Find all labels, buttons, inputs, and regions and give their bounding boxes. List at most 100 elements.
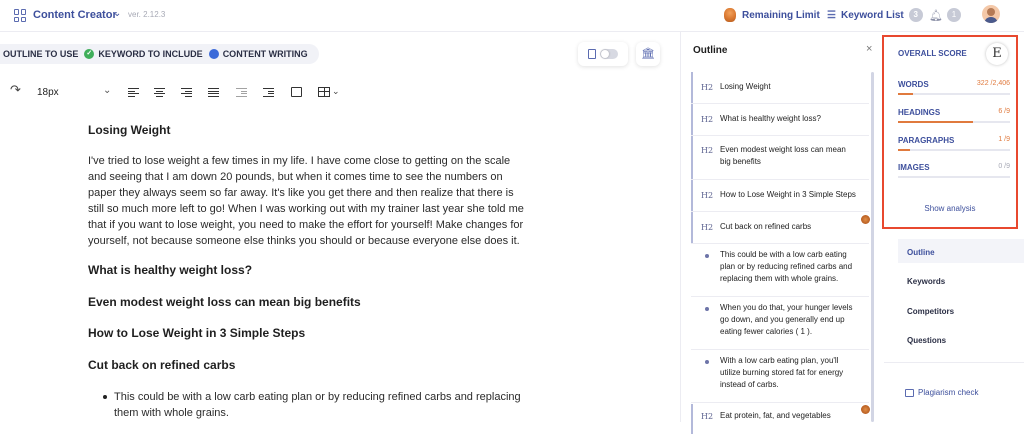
progress-fill (898, 93, 913, 95)
step-tabs: OUTLINE TO USE ✓ KEYWORD TO INCLUDE CONT… (0, 44, 319, 64)
app-title[interactable]: Content Creator (33, 9, 117, 21)
chevron-down-icon[interactable]: ⌄ (113, 8, 121, 19)
active-dot-icon (208, 49, 219, 59)
list-icon: ☰ (827, 9, 836, 21)
outline-item[interactable]: With a low carb eating plan, you'll util… (691, 350, 869, 402)
plagiarism-check-button[interactable]: Plagiarism check (905, 388, 978, 397)
nav-outline[interactable]: Outline (907, 248, 935, 257)
outline-item-text: Cut back on refined carbs (720, 222, 812, 231)
fire-icon (724, 8, 736, 22)
progress-track (898, 149, 1010, 151)
progress-fill (898, 149, 911, 151)
nav-competitors[interactable]: Competitors (907, 307, 954, 316)
tab-label: KEYWORD TO INCLUDE (98, 49, 203, 59)
outdent-icon[interactable] (236, 88, 247, 97)
redo-icon[interactable]: ↷ (10, 82, 21, 98)
outline-item[interactable]: H2 What is healthy weight loss? (691, 104, 869, 135)
tab-content-writing[interactable]: CONTENT WRITING (206, 49, 311, 59)
metric-label: IMAGES (898, 163, 930, 172)
align-left-icon[interactable] (128, 88, 139, 97)
plagiarism-label: Plagiarism check (918, 388, 979, 397)
grid-logo-icon[interactable] (14, 9, 26, 22)
outline-item[interactable]: H2 Cut back on refined carbs (691, 212, 870, 243)
chevron-down-icon[interactable]: ⌄ (103, 85, 111, 96)
metric-value: 6 /9 (998, 108, 1010, 115)
metric-label: PARAGRAPHS (898, 136, 955, 145)
app-version: ver. 2.12.3 (128, 10, 166, 19)
remaining-limit-button[interactable]: Remaining Limit (724, 8, 820, 22)
overall-score-title: OVERALL SCORE (898, 49, 967, 58)
outline-item[interactable]: When you do that, your hunger levels go … (691, 297, 869, 349)
document-icon[interactable] (588, 49, 596, 59)
outline-item-text: With a low carb eating plan, you'll util… (720, 356, 844, 389)
outline-item[interactable]: H2 How to Lose Weight in 3 Simple Steps (691, 180, 869, 211)
font-size-select[interactable]: 18px (37, 87, 59, 98)
show-analysis-link[interactable]: Show analysis (884, 204, 1016, 213)
avatar[interactable] (982, 5, 1000, 23)
tab-label: CONTENT WRITING (222, 49, 308, 59)
editor-heading[interactable]: Cut back on refined carbs (88, 358, 235, 372)
editor-heading[interactable]: How to Lose Weight in 3 Simple Steps (88, 326, 305, 340)
keyword-list-button[interactable]: ☰ Keyword List 3 (827, 8, 923, 22)
align-right-icon[interactable] (181, 88, 192, 97)
outline-title: Outline (693, 45, 728, 56)
metric-value: 1 /9 (998, 136, 1010, 143)
tab-keyword-to-include[interactable]: ✓ KEYWORD TO INCLUDE (81, 49, 205, 59)
outline-scrollbar[interactable] (871, 72, 874, 422)
notifications-button[interactable]: 🔔︎ 1 (929, 8, 961, 22)
heading-level: H2 (701, 115, 714, 124)
close-icon[interactable]: × (866, 43, 872, 55)
check-icon: ✓ (84, 49, 95, 59)
top-bar: Content Creator ⌄ ver. 2.12.3 Remaining … (0, 0, 1024, 32)
bank-icon[interactable]: 🏛︎ (636, 42, 660, 66)
editor-title[interactable]: Losing Weight (88, 123, 170, 137)
bullet-icon (705, 360, 709, 364)
metric-value: 322 /2,406 (976, 80, 1010, 87)
notification-count-badge: 1 (946, 8, 961, 22)
outline-item-text: Losing Weight (720, 82, 771, 91)
outline-item-text: Eat protein, fat, and vegetables (720, 411, 831, 420)
content-editor[interactable]: Losing Weight I've tried to lose weight … (0, 110, 680, 422)
tab-outline-to-use[interactable]: OUTLINE TO USE (0, 49, 81, 59)
outline-item[interactable]: H2 Even modest weight loss can mean big … (691, 136, 869, 179)
bell-icon: 🔔︎ (929, 9, 943, 22)
outline-item[interactable]: H2 Eat protein, fat, and vegetables (691, 404, 870, 434)
editor-heading[interactable]: What is healthy weight loss? (88, 263, 252, 277)
chevron-down-icon[interactable]: ⌄ (332, 86, 340, 97)
bullet-icon (705, 307, 709, 311)
keyword-list-label: Keyword List (840, 9, 904, 21)
outline-item-text: This could be with a low carb eating pla… (720, 250, 853, 283)
heading-level: H2 (701, 412, 714, 421)
editor-toolbar: ↷ 18px ⌄ ⌄ (0, 82, 680, 102)
divider (884, 362, 1024, 363)
editor-paragraph[interactable]: I've tried to lose weight a few times in… (88, 153, 530, 250)
view-toggle[interactable] (600, 49, 618, 59)
overall-score-card: OVERALL SCORE E WORDS 322 /2,406 HEADING… (882, 35, 1018, 229)
indent-icon[interactable] (263, 88, 274, 97)
outline-item[interactable]: H2 Losing Weight (691, 72, 869, 103)
progress-track (898, 93, 1010, 95)
heading-level: H2 (701, 223, 714, 232)
heading-level: H2 (701, 83, 714, 92)
remaining-limit-label: Remaining Limit (742, 9, 820, 21)
outline-item-text: How to Lose Weight in 3 Simple Steps (720, 190, 856, 199)
right-nav: Outline Keywords Competitors Questions P… (884, 236, 1024, 422)
printer-icon (905, 388, 914, 397)
editor-heading[interactable]: Even modest weight loss can mean big ben… (88, 295, 361, 309)
metric-label: WORDS (898, 80, 929, 89)
outline-panel: Outline × H2 Losing Weight H2 What is he… (680, 32, 878, 434)
table-icon[interactable] (318, 87, 330, 97)
nav-keywords[interactable]: Keywords (907, 277, 945, 286)
nav-questions[interactable]: Questions (907, 336, 946, 345)
progress-track (898, 121, 1010, 123)
metric-value: 0 /9 (998, 163, 1010, 170)
metric-label: HEADINGS (898, 108, 941, 117)
editor-list-item[interactable]: This could be with a low carb eating pla… (114, 389, 534, 421)
tab-label: OUTLINE TO USE (3, 49, 79, 59)
outline-item-text: When you do that, your hunger levels go … (720, 303, 853, 336)
align-center-icon[interactable] (154, 88, 165, 97)
outline-item[interactable]: This could be with a low carb eating pla… (691, 244, 869, 296)
score-grade: E (986, 43, 1008, 65)
align-justify-icon[interactable] (208, 88, 219, 97)
image-icon[interactable] (291, 87, 302, 97)
